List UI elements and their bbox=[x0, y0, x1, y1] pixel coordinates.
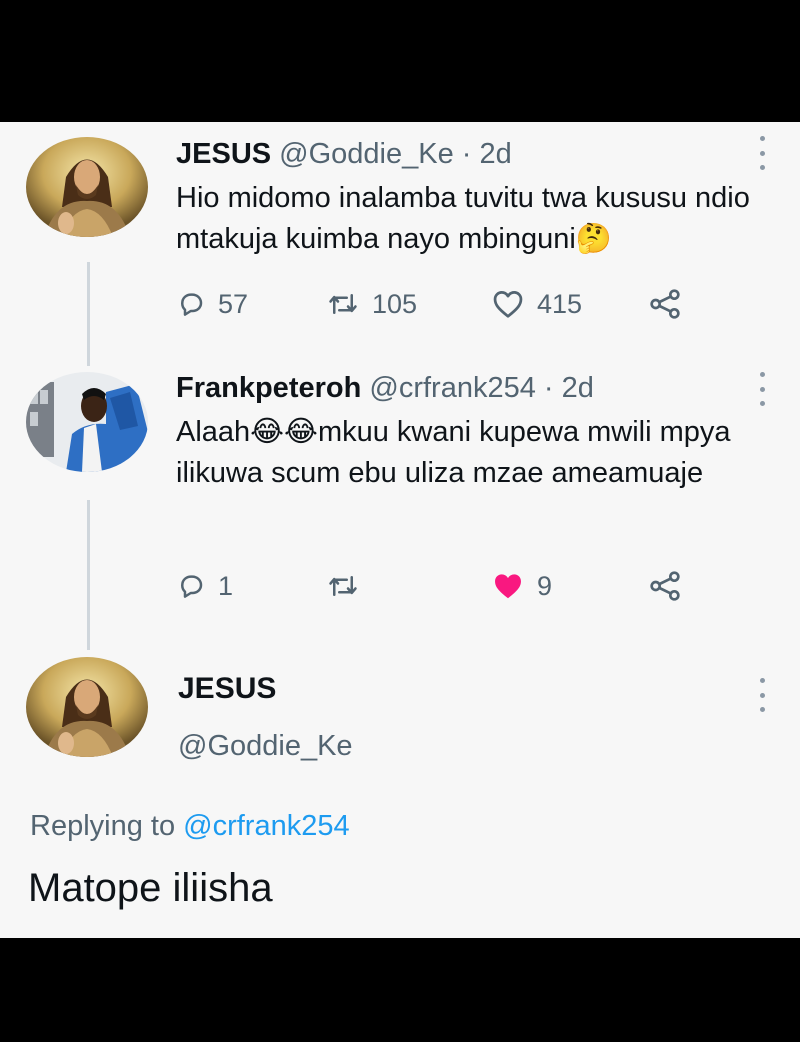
more-options-icon[interactable] bbox=[756, 372, 768, 406]
retweet-icon bbox=[329, 294, 357, 314]
reply-button[interactable]: 57 bbox=[176, 284, 248, 324]
avatar-frankpeteroh[interactable] bbox=[26, 372, 148, 472]
more-options-icon[interactable] bbox=[756, 678, 768, 712]
reply-icon bbox=[181, 293, 203, 316]
tweet2-timestamp[interactable]: · 2d bbox=[544, 372, 594, 404]
thread-line bbox=[87, 500, 90, 650]
retweet-button[interactable]: 105 bbox=[326, 284, 417, 324]
tweet2-author-handle[interactable]: @crfrank254 bbox=[369, 372, 535, 404]
tweet1-timestamp[interactable]: · 2d bbox=[462, 138, 512, 170]
tweet1-text: Hio midomo inalamba tuvitu twa kususu nd… bbox=[176, 182, 750, 255]
jesus-portrait-icon bbox=[26, 137, 148, 237]
share-button[interactable] bbox=[648, 284, 682, 324]
share-icon bbox=[650, 289, 680, 319]
tweet-thread: JESUS @Goddie_Ke · 2d Hio midomo inalamb… bbox=[0, 122, 800, 938]
reply-icon bbox=[181, 575, 203, 598]
like-icon bbox=[493, 291, 523, 318]
tweet1-author-name[interactable]: JESUS bbox=[176, 138, 271, 170]
retweet-count: 105 bbox=[372, 288, 418, 319]
thread-line bbox=[87, 262, 90, 366]
top-black-bar bbox=[0, 0, 800, 122]
tweet1-header: JESUS @Goddie_Ke · 2d bbox=[176, 138, 512, 171]
share-button[interactable] bbox=[648, 566, 682, 606]
tweet2-header: Frankpeteroh @crfrank254 · 2d bbox=[176, 372, 594, 405]
profile-photo-icon bbox=[26, 372, 148, 472]
like-count: 9 bbox=[537, 570, 553, 601]
reply-count: 57 bbox=[218, 288, 249, 319]
liked-heart-icon bbox=[495, 574, 521, 599]
like-button[interactable]: 415 bbox=[491, 284, 582, 324]
like-count: 415 bbox=[537, 288, 583, 319]
replying-to-line: Replying to @crfrank254 bbox=[30, 810, 350, 843]
replying-to-link[interactable]: @crfrank254 bbox=[183, 810, 349, 842]
share-icon bbox=[650, 571, 680, 601]
more-options-icon[interactable] bbox=[756, 136, 768, 170]
tweet1-actions: 57 105 415 bbox=[176, 284, 716, 324]
replying-prefix: Replying to bbox=[30, 810, 176, 842]
main-tweet-text: Matope iliisha bbox=[28, 866, 273, 910]
bottom-black-bar bbox=[0, 938, 800, 1042]
jesus-portrait-icon bbox=[26, 657, 148, 757]
reply-button[interactable]: 1 bbox=[176, 566, 233, 606]
tweet1-author-handle[interactable]: @Goddie_Ke bbox=[279, 138, 454, 170]
main-tweet-author-name[interactable]: JESUS bbox=[178, 672, 276, 706]
avatar-jesus-main[interactable] bbox=[26, 657, 148, 757]
tweet2-author-name[interactable]: Frankpeteroh bbox=[176, 372, 361, 404]
avatar-jesus[interactable] bbox=[26, 137, 148, 237]
main-tweet-author-handle[interactable]: @Goddie_Ke bbox=[178, 730, 353, 763]
like-button[interactable]: 9 bbox=[491, 566, 552, 606]
tweet2-text: Alaah😂😂mkuu kwani kupewa mwili mpya ilik… bbox=[176, 416, 731, 489]
retweet-button[interactable] bbox=[326, 566, 372, 606]
retweet-icon bbox=[329, 576, 357, 596]
reply-count: 1 bbox=[218, 570, 234, 601]
tweet2-actions: 1 9 bbox=[176, 566, 716, 606]
